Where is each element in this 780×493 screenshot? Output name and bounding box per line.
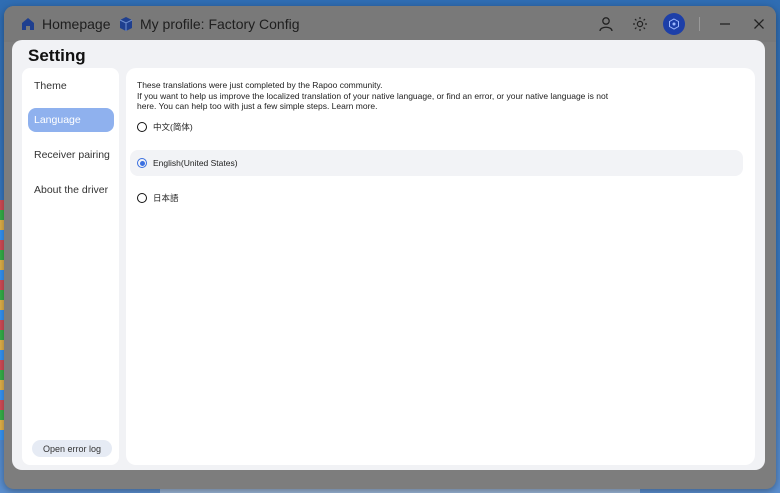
radio-button[interactable] — [137, 193, 147, 203]
sidebar-item-about-driver[interactable]: About the driver — [28, 178, 114, 202]
profile-label: My profile: Factory Config — [140, 16, 300, 32]
dialog-title: Setting — [28, 46, 86, 65]
titlebar: Homepage My profile: Factory Config — [4, 6, 776, 42]
brightness-icon — [633, 17, 647, 31]
language-panel: These translations were just completed b… — [126, 68, 755, 465]
radio-button-selected[interactable] — [137, 158, 147, 168]
open-error-log-button[interactable]: Open error log — [32, 440, 112, 457]
close-button[interactable] — [742, 7, 776, 41]
sidebar-item-theme[interactable]: Theme — [28, 74, 114, 98]
intro-line-2: If you want to help us improve the local… — [137, 90, 609, 101]
minimize-icon — [720, 23, 730, 25]
language-option-ja[interactable]: 日本語 — [130, 185, 743, 211]
user-button[interactable] — [589, 7, 623, 41]
settings-sidebar: Theme Language Receiver pairing About th… — [22, 68, 119, 465]
profile-tab[interactable]: My profile: Factory Config — [118, 16, 300, 32]
language-option-en[interactable]: English(United States) — [130, 150, 743, 176]
close-icon — [754, 19, 764, 29]
minimize-button[interactable] — [708, 7, 742, 41]
sidebar-item-language[interactable]: Language — [28, 108, 114, 132]
language-label: 日本語 — [153, 193, 179, 203]
intro-line-1: These translations were just completed b… — [137, 80, 383, 90]
language-option-zh[interactable]: 中文(简体) — [130, 114, 743, 140]
settings-dialog: Setting Theme Language Receiver pairing … — [12, 40, 765, 470]
translation-intro: These translations were just completed b… — [137, 80, 637, 112]
home-icon — [20, 16, 36, 32]
language-label: English(United States) — [153, 158, 238, 168]
cube-icon — [118, 16, 134, 32]
user-icon — [599, 17, 613, 32]
language-label: 中文(简体) — [153, 122, 193, 132]
radio-button[interactable] — [137, 122, 147, 132]
homepage-tab[interactable]: Homepage — [20, 16, 111, 32]
titlebar-separator — [699, 17, 700, 31]
brightness-button[interactable] — [623, 7, 657, 41]
homepage-label: Homepage — [42, 16, 111, 32]
intro-line-3: here. You can help too with just a few s… — [137, 101, 378, 111]
app-window: Homepage My profile: Factory Config Sett… — [4, 6, 776, 489]
sidebar-item-receiver-pairing[interactable]: Receiver pairing — [28, 143, 114, 167]
titlebar-controls — [589, 6, 776, 42]
brand-logo-icon[interactable] — [663, 13, 685, 35]
